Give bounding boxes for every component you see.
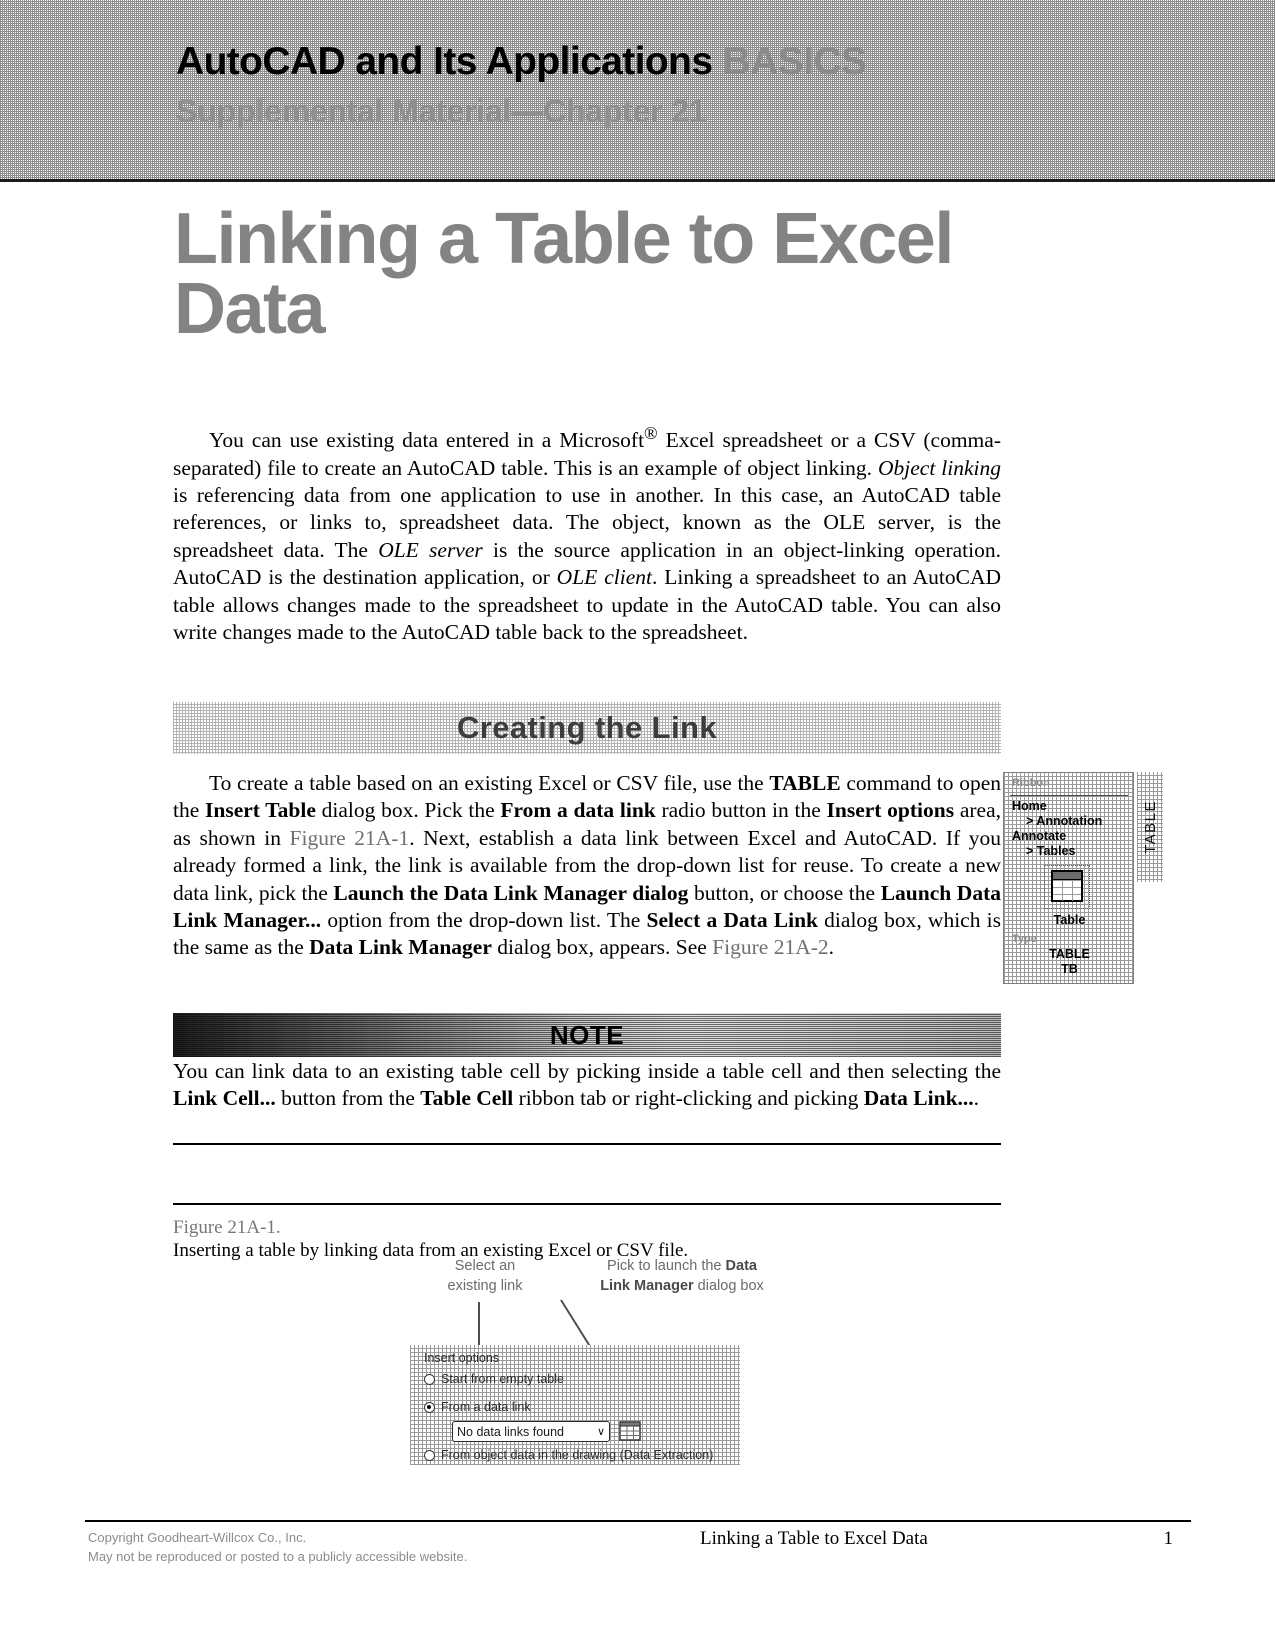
footer-copyright: Copyright Goodheart-Willcox Co., Inc. Ma… [88, 1528, 467, 1566]
ribbon-path-home: Home [1012, 799, 1047, 813]
launch-data-link-manager-button[interactable] [618, 1419, 642, 1443]
creating-the-link-paragraph: To create a table based on an existing E… [173, 770, 1001, 962]
footer-running-head: Linking a Table to Excel Data 1 [700, 1528, 1191, 1550]
table-icon-glyph [1051, 870, 1083, 902]
chevron-down-icon[interactable]: ∨ [597, 1425, 605, 1438]
ribbon-command-name: TABLE [1049, 947, 1090, 961]
note-text-1: You can link data to an existing table c… [173, 1059, 1001, 1083]
footer-copyright-line1: Copyright Goodheart-Willcox Co., Inc. [88, 1530, 307, 1545]
insert-options-group-label: Insert options [424, 1351, 500, 1365]
term-ole-server: OLE server [378, 537, 483, 562]
term-ole-client: OLE client [556, 565, 652, 590]
note-text-3: ribbon tab or right-clicking and picking [513, 1086, 864, 1111]
menu-data-link: Data Link... [863, 1086, 974, 1111]
ribbon-divider [1010, 795, 1128, 796]
radio-start-from-empty-table[interactable]: Start from empty table [424, 1372, 564, 1386]
annotation-right-line2-plain: dialog box [693, 1278, 764, 1294]
table-icon-header-row [1053, 872, 1081, 880]
banner-title-main: AutoCAD and Its Applications [176, 40, 713, 83]
link-text-11: . [828, 935, 835, 960]
btn-link-cell: Link Cell... [173, 1086, 276, 1111]
figure-top-rule [173, 1203, 1001, 1205]
note-bottom-rule [173, 1143, 1001, 1145]
tab-table-cell: Table Cell [420, 1086, 514, 1111]
banner-subtitle: Supplemental Material—Chapter 21 [176, 92, 707, 129]
section-heading-text: Creating the Link [457, 710, 717, 745]
dlg-data-link-manager: Data Link Manager [309, 935, 492, 960]
annotation-launch-data-link-manager: Pick to launch the Data Link Manager dia… [552, 1256, 812, 1296]
radio-button-icon-empty-table[interactable] [424, 1373, 435, 1385]
table-icon-grid [1053, 880, 1081, 901]
radio-from-a-data-link[interactable]: From a data link [424, 1400, 531, 1414]
link-text-8: option from the drop-down list. The [321, 908, 647, 933]
banner-title: AutoCAD and Its Applications BASICS [176, 40, 1176, 83]
footer-running-title: Linking a Table to Excel Data [700, 1528, 928, 1549]
term-object-linking: Object linking [878, 455, 1001, 480]
annotation-left-line2: existing link [447, 1278, 523, 1294]
data-link-dropdown[interactable]: No data links found ∨ [452, 1421, 610, 1442]
ribbon-side-tab-label: TABLE [1141, 800, 1159, 854]
link-text-4: radio button in the [655, 798, 827, 823]
radio-label-from-a-data-link: From a data link [441, 1400, 531, 1414]
banner-title-series: BASICS [722, 40, 867, 83]
data-link-dropdown-value: No data links found [457, 1424, 565, 1439]
banner-inner: AutoCAD and Its Applications BASICS Supp… [176, 40, 1176, 130]
ribbon-path-annotation: > Annotation [1026, 814, 1103, 828]
radio-from-object-data[interactable]: From object data in the drawing (Data Ex… [424, 1448, 713, 1462]
cmd-table: TABLE [769, 771, 841, 795]
intro-paragraph: You can use existing data entered in a M… [173, 420, 1001, 646]
radio-label-start-from-empty-table: Start from empty table [441, 1372, 564, 1386]
note-text-4: . [973, 1086, 980, 1111]
data-link-manager-icon [619, 1421, 641, 1441]
annotation-right-line1-bold: Data [725, 1258, 757, 1274]
annotation-right-line1-plain: Pick to launch the [607, 1258, 726, 1274]
ribbon-icon-label: Table [1053, 913, 1086, 927]
insert-table-dialog-fragment: Insert options Start from empty table Fr… [410, 1345, 740, 1465]
section-heading-band: Creating the Link [173, 702, 1001, 754]
ribbon-command-alias: TB [1061, 962, 1078, 976]
annotation-right-line2: Link Manager dialog box [552, 1276, 812, 1296]
footer-rule [85, 1520, 1191, 1522]
figure-reference-21a-2: Figure 21A-2 [712, 935, 829, 960]
area-insert-options: Insert options [826, 798, 955, 823]
note-band: NOTE [173, 1013, 1001, 1057]
link-text-7: button, or choose the [688, 880, 881, 905]
ribbon-path-tables: > Tables [1026, 844, 1076, 858]
link-text-3: dialog box. Pick the [315, 798, 501, 823]
dlg-insert-table: Insert Table [205, 798, 316, 823]
ribbon-command: TABLE TB [1004, 947, 1135, 977]
ribbon-type-caption: Type [1012, 933, 1037, 945]
radio-button-icon-from-object-data[interactable] [424, 1449, 435, 1461]
annotation-select-existing-link: Select an existing link [410, 1256, 560, 1296]
btn-launch-data-link-manager-dialog: Launch the Data Link Manager dialog [333, 880, 689, 905]
ribbon-side-tab: TABLE [1137, 772, 1163, 882]
ribbon-path-annotate: Annotate [1012, 829, 1067, 843]
link-text-1: To create a table based on an existing E… [209, 771, 770, 795]
opt-from-a-data-link: From a data link [500, 798, 656, 823]
registered-mark: ® [644, 423, 658, 443]
figure-reference-21a-1: Figure 21A-1 [289, 825, 410, 850]
radio-label-from-object-data: From object data in the drawing (Data Ex… [441, 1448, 714, 1462]
note-paragraph: You can link data to an existing table c… [173, 1058, 1001, 1113]
ribbon-caption: Ribbon [1012, 777, 1050, 789]
dlg-select-a-data-link: Select a Data Link [646, 908, 818, 933]
intro-text-1: You can use existing data entered in a M… [209, 428, 645, 453]
page-banner: AutoCAD and Its Applications BASICS Supp… [0, 0, 1275, 182]
annotation-left-line1: Select an [454, 1258, 516, 1274]
footer-copyright-line2: May not be reproduced or posted to a pub… [88, 1549, 468, 1564]
figure-number: Figure 21A-1. [173, 1217, 281, 1238]
note-text-2: button from the [275, 1086, 421, 1111]
ribbon-reference-box: Ribbon Home > Annotation Annotate > Tabl… [1003, 772, 1134, 984]
annotation-right-line2-bold: Link Manager [600, 1278, 694, 1294]
note-title: NOTE [549, 1019, 625, 1050]
ribbon-path: Home > Annotation Annotate > Tables [1012, 799, 1130, 859]
link-text-10: dialog box, appears. See [491, 935, 713, 960]
annotation-right-line1: Pick to launch the Data [552, 1256, 812, 1276]
table-icon [1044, 865, 1090, 909]
page-title: Linking a Table to Excel Data [174, 199, 954, 349]
footer-page-number: 1 [1163, 1528, 1174, 1549]
radio-button-icon-from-data-link[interactable] [424, 1401, 435, 1413]
